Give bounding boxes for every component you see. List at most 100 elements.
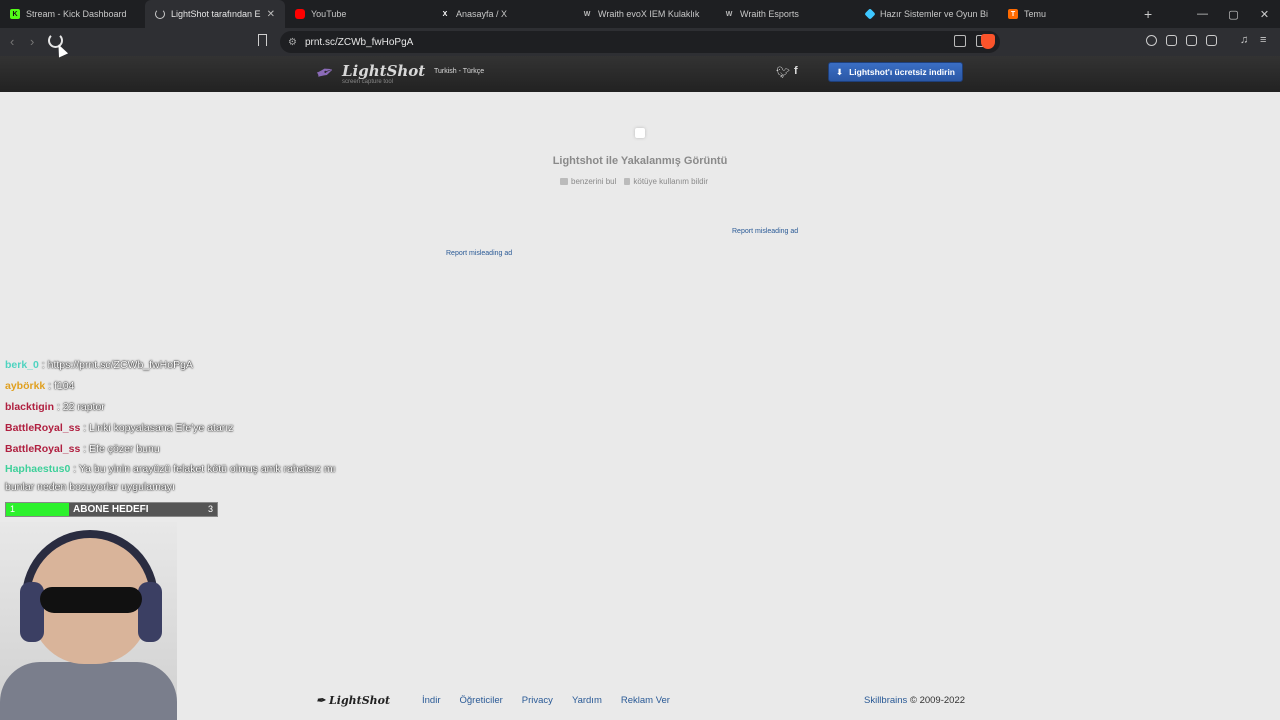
footer-link-help[interactable]: Yardım bbox=[572, 695, 602, 706]
bookmark-icon[interactable] bbox=[258, 34, 267, 46]
wraith-favicon-icon: W bbox=[583, 10, 591, 18]
cast-icon[interactable] bbox=[954, 35, 966, 47]
chat-message: BattleRoyal_ss : Linki kopyalasana Efe'y… bbox=[5, 418, 365, 439]
chat-message: Haphaestus0 : Ya bu yinin arayüzü felake… bbox=[5, 460, 365, 496]
wallet-icon[interactable] bbox=[1206, 35, 1217, 46]
lightshot-header bbox=[0, 56, 1280, 92]
kick-favicon-icon: K bbox=[10, 9, 20, 19]
music-icon[interactable]: ♫ bbox=[1240, 35, 1251, 46]
camera-icon bbox=[560, 178, 568, 185]
tab-lightshot[interactable]: LightShot tarafından Ekran ✕ bbox=[145, 0, 285, 28]
tab-wraith-evox[interactable]: W Wraith evoX IEM Kulaklık bbox=[572, 0, 714, 28]
extension-icon[interactable] bbox=[1146, 35, 1157, 46]
extension-icon[interactable] bbox=[1166, 35, 1177, 46]
chat-username: blacktigin bbox=[5, 401, 55, 413]
tab-label: Wraith evoX IEM Kulaklık bbox=[598, 9, 700, 19]
webcam-body bbox=[0, 662, 177, 720]
chat-message: blacktigin : 22 raptor bbox=[5, 397, 365, 418]
tab-wraith-esports[interactable]: W Wraith Esports bbox=[714, 0, 856, 28]
extensions-area: ♫ ≡ bbox=[1146, 35, 1271, 46]
footer-logo-text: LightShot bbox=[329, 694, 391, 707]
footer-link-advertise[interactable]: Reklam Ver bbox=[621, 695, 670, 706]
chat-text: : f104 bbox=[48, 380, 75, 392]
tab-close-icon[interactable]: ✕ bbox=[267, 9, 275, 20]
brave-shield-icon[interactable] bbox=[981, 34, 995, 49]
report-ad-link[interactable]: Report misleading ad bbox=[732, 228, 798, 235]
site-settings-icon[interactable]: ⚙ bbox=[288, 37, 297, 48]
image-actions: benzerini bul kötüye kullanım bildir bbox=[560, 177, 708, 186]
language-selector[interactable]: Turkish - Türkçe bbox=[434, 68, 484, 75]
page-title: Lightshot ile Yakalanmış Görüntü bbox=[552, 155, 728, 167]
report-abuse-link[interactable]: kötüye kullanım bildir bbox=[624, 177, 708, 186]
chat-username: Haphaestus0 bbox=[5, 463, 71, 475]
footer-link-privacy[interactable]: Privacy bbox=[522, 695, 553, 706]
tab-youtube[interactable]: YouTube bbox=[285, 0, 430, 28]
flag-icon bbox=[624, 178, 631, 185]
subscriber-goal-fill bbox=[6, 503, 70, 516]
tab-label: Stream - Kick Dashboard bbox=[26, 9, 127, 19]
tab-temu[interactable]: T Temu bbox=[998, 0, 1128, 28]
tab-label: Anasayfa / X bbox=[456, 9, 508, 19]
tab-x[interactable]: X Anasayfa / X bbox=[430, 0, 572, 28]
goal-label: ABONE HEDEFI bbox=[73, 504, 149, 515]
tab-label: LightShot tarafından Ekran bbox=[171, 9, 261, 19]
footer-logo[interactable]: ✒ LightShot bbox=[316, 694, 390, 707]
menu-icon[interactable]: ≡ bbox=[1260, 35, 1271, 46]
subscriber-goal-bar: 1 ABONE HEDEFI 3 bbox=[5, 502, 218, 517]
diamond-favicon-icon bbox=[864, 8, 876, 20]
goal-current: 1 bbox=[10, 504, 16, 514]
webcam-overlay bbox=[0, 522, 177, 720]
footer-copyright: Skillbrains © 2009-2022 bbox=[864, 695, 965, 706]
stream-chat-overlay: berk_0 : https://prnt.sc/ZCWb_fwHoPgA ay… bbox=[5, 355, 365, 496]
tab-label: Temu bbox=[1024, 9, 1047, 19]
download-button-label: Lightshot'ı ücretsiz indirin bbox=[849, 67, 956, 77]
new-tab-button[interactable]: + bbox=[1144, 6, 1152, 22]
youtube-favicon-icon bbox=[295, 9, 305, 19]
download-button[interactable]: ⬇ Lightshot'ı ücretsiz indirin bbox=[828, 62, 963, 82]
footer-link-tutorials[interactable]: Öğreticiler bbox=[459, 695, 502, 706]
back-button[interactable]: ‹ bbox=[10, 34, 14, 49]
puzzle-icon[interactable] bbox=[1186, 35, 1197, 46]
download-icon: ⬇ bbox=[835, 66, 844, 77]
x-favicon-icon: X bbox=[442, 10, 448, 18]
chat-text: : Linki kopyalasana Efe'ye atarız bbox=[83, 422, 234, 434]
tab-label: Wraith Esports bbox=[740, 9, 799, 19]
minimize-button[interactable]: — bbox=[1187, 8, 1218, 20]
forward-button[interactable]: › bbox=[30, 34, 34, 49]
chat-username: BattleRoyal_ss bbox=[5, 422, 81, 434]
restore-button[interactable]: ▢ bbox=[1218, 8, 1249, 21]
goal-target: 3 bbox=[207, 504, 213, 514]
chat-message: berk_0 : https://prnt.sc/ZCWb_fwHoPgA bbox=[5, 355, 365, 376]
screenshot-image[interactable] bbox=[635, 128, 645, 138]
tab-label: Hazır Sistemler ve Oyun Bilgisa bbox=[880, 9, 988, 19]
chat-username: BattleRoyal_ss bbox=[5, 443, 81, 455]
browser-toolbar: ‹ › ⚙ prnt.sc/ZCWb_fwHoPgA bbox=[0, 28, 1280, 56]
skillbrains-link[interactable]: Skillbrains bbox=[864, 695, 907, 706]
copyright-text: © 2009-2022 bbox=[909, 695, 966, 706]
tab-strip: K Stream - Kick Dashboard LightShot tara… bbox=[0, 0, 1280, 28]
chat-text: : Efe çözer bunu bbox=[83, 443, 160, 455]
find-similar-label: benzerini bul bbox=[571, 177, 617, 186]
close-window-button[interactable]: ✕ bbox=[1249, 8, 1280, 21]
lightshot-logo[interactable]: LightShot bbox=[342, 62, 425, 80]
address-bar[interactable]: ⚙ prnt.sc/ZCWb_fwHoPgA bbox=[280, 31, 1000, 53]
twitter-icon[interactable]: 🐦︎ bbox=[776, 66, 790, 79]
tab-kick-dashboard[interactable]: K Stream - Kick Dashboard bbox=[0, 0, 145, 28]
find-similar-link[interactable]: benzerini bul bbox=[560, 177, 616, 186]
report-abuse-label: kötüye kullanım bildir bbox=[633, 177, 709, 186]
tab-label: YouTube bbox=[311, 9, 347, 19]
report-ad-link[interactable]: Report misleading ad bbox=[446, 250, 512, 257]
url-text: prnt.sc/ZCWb_fwHoPgA bbox=[304, 36, 414, 48]
chat-username: berk_0 bbox=[5, 359, 39, 371]
facebook-icon[interactable]: f bbox=[794, 65, 798, 77]
window-controls: — ▢ ✕ bbox=[1187, 0, 1280, 28]
headphone-left bbox=[20, 582, 44, 642]
chat-message: aybörkk : f104 bbox=[5, 376, 365, 397]
footer-links: İndir Öğreticiler Privacy Yardım Reklam … bbox=[422, 695, 670, 706]
chat-text: : https://prnt.sc/ZCWb_fwHoPgA bbox=[41, 359, 193, 371]
chat-text: : 22 raptor bbox=[56, 401, 105, 413]
wraith-favicon-icon: W bbox=[725, 10, 733, 18]
footer-link-download[interactable]: İndir bbox=[422, 695, 440, 706]
loading-spinner-icon bbox=[155, 9, 165, 19]
tab-hazir-sistemler[interactable]: Hazır Sistemler ve Oyun Bilgisa bbox=[856, 0, 998, 28]
